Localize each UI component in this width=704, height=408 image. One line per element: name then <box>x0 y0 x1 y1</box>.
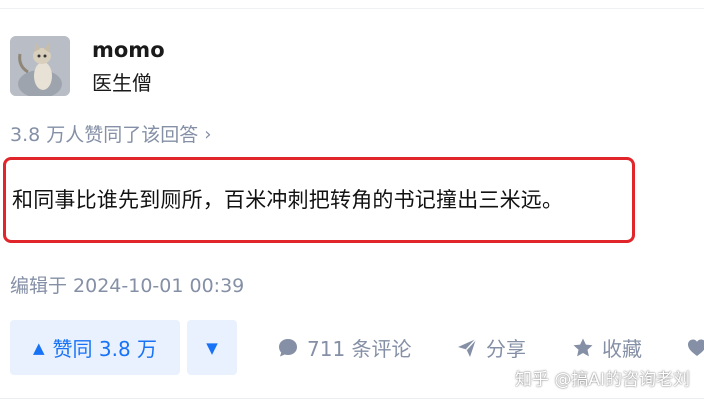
triangle-down-icon: ▼ <box>206 338 218 357</box>
answer-text[interactable]: 和同事比谁先到厕所，百米冲刺把转角的书记撞出三米远。 <box>6 185 563 215</box>
author-headline: 医生僧 <box>92 71 152 95</box>
divider-top <box>0 8 704 9</box>
divider-bottom <box>0 398 704 399</box>
favorite-label: 收藏 <box>602 337 642 361</box>
cat-avatar-icon <box>10 36 70 96</box>
share-label: 分享 <box>486 337 526 361</box>
vote-down-button[interactable]: ▼ <box>187 320 237 375</box>
watermark: 知乎 @搞AI的咨询老刘 <box>514 370 690 390</box>
answer-content-highlight: 和同事比谁先到厕所，百米冲刺把转角的书记撞出三米远。 <box>3 157 635 243</box>
avatar[interactable] <box>10 36 70 96</box>
author-name[interactable]: momo <box>92 37 165 63</box>
triangle-up-icon: ▲ <box>32 338 45 357</box>
answer-card: momo 医生僧 3.8 万人赞同了该回答 › 和同事比谁先到厕所，百米冲刺把转… <box>0 0 704 408</box>
paper-plane-icon <box>458 338 477 357</box>
star-icon <box>573 338 593 356</box>
endorsement-link[interactable]: 3.8 万人赞同了该回答 › <box>10 122 211 148</box>
edit-time[interactable]: 编辑于 2024-10-01 00:39 <box>10 273 244 299</box>
author-row: momo 医生僧 <box>10 36 165 96</box>
heart-icon <box>688 339 704 356</box>
vote-up-label: 赞同 3.8 万 <box>52 337 158 361</box>
comment-button[interactable]: 711 条评论 <box>277 320 412 375</box>
chevron-right-icon: › <box>204 124 212 145</box>
endorsement-text: 3.8 万人赞同了该回答 <box>10 124 199 146</box>
speech-bubble-icon <box>279 338 297 356</box>
comment-label: 711 条评论 <box>307 337 412 361</box>
vote-up-button[interactable]: ▲ 赞同 3.8 万 <box>10 320 180 375</box>
